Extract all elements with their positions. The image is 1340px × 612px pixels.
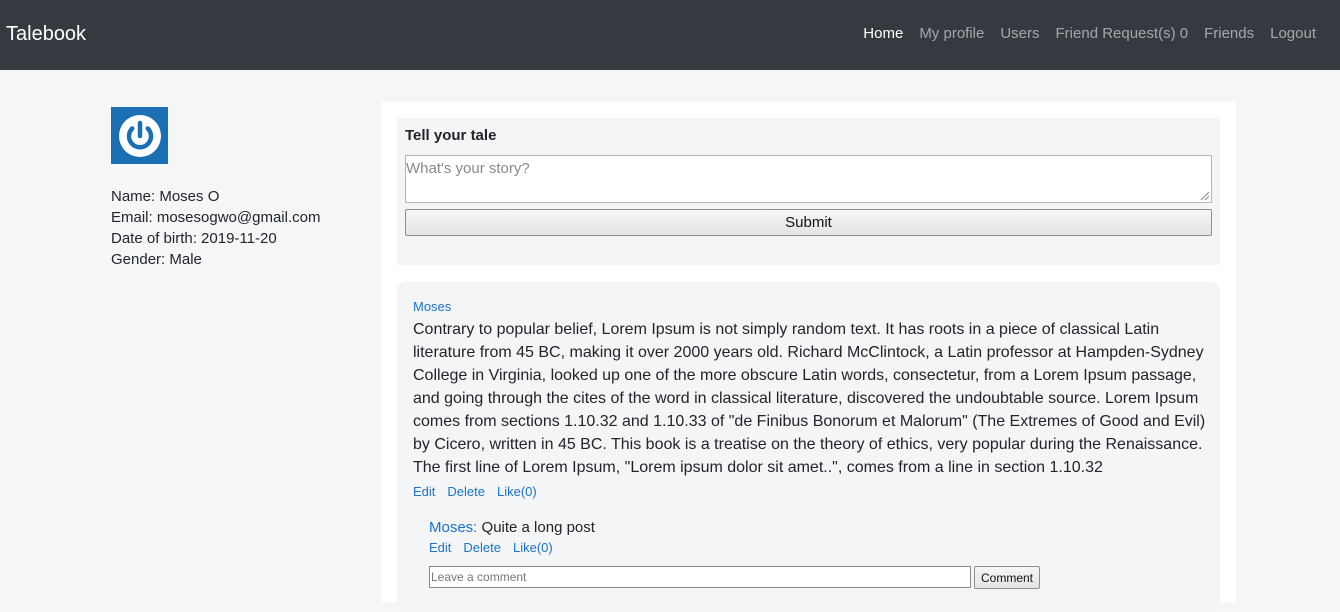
comment: Moses: Quite a long post — [429, 519, 595, 537]
comment-edit-link[interactable]: Edit — [429, 540, 451, 556]
nav-home[interactable]: Home — [863, 24, 903, 44]
comment-text: Quite a long post — [477, 519, 595, 536]
profile-gender: Gender: Male — [111, 251, 202, 268]
comment-button[interactable]: Comment — [974, 566, 1040, 589]
comment-actions: Edit Delete Like(0) — [429, 540, 553, 556]
comment-author-link[interactable]: Moses: — [429, 519, 477, 536]
nav-my-profile[interactable]: My profile — [919, 24, 984, 44]
comment-like-link[interactable]: Like(0) — [513, 540, 553, 556]
nav-friend-requests[interactable]: Friend Request(s) 0 — [1056, 24, 1189, 44]
brand-link[interactable]: Talebook — [6, 21, 86, 47]
top-navbar: Talebook Home My profile Users Friend Re… — [0, 0, 1340, 70]
comment-input[interactable] — [429, 566, 971, 588]
profile-email: Email: mosesogwo@gmail.com — [111, 209, 321, 226]
profile-info: Name: Moses O Email: mosesogwo@gmail.com… — [111, 186, 320, 270]
resize-grip-icon[interactable] — [1199, 190, 1210, 201]
comment-delete-link[interactable]: Delete — [463, 540, 501, 556]
post-delete-link[interactable]: Delete — [447, 484, 485, 500]
post-author-link[interactable]: Moses — [413, 299, 451, 315]
nav-logout[interactable]: Logout — [1270, 24, 1316, 44]
profile-name: Name: Moses O — [111, 188, 220, 205]
profile-dob: Date of birth: 2019-11-20 — [111, 230, 277, 247]
post-body: Contrary to popular belief, Lorem Ipsum … — [413, 321, 1206, 476]
post-like-link[interactable]: Like(0) — [497, 484, 537, 500]
post-edit-link[interactable]: Edit — [413, 484, 435, 500]
post-actions: Edit Delete Like(0) — [413, 484, 537, 500]
story-input[interactable] — [405, 155, 1212, 203]
new-post-title: Tell your tale — [405, 127, 497, 144]
avatar — [111, 107, 168, 164]
submit-button[interactable]: Submit — [405, 209, 1212, 236]
nav-links: Home My profile Users Friend Request(s) … — [863, 24, 1316, 44]
power-icon — [118, 114, 161, 157]
nav-friends[interactable]: Friends — [1204, 24, 1254, 44]
nav-users[interactable]: Users — [1000, 24, 1039, 44]
